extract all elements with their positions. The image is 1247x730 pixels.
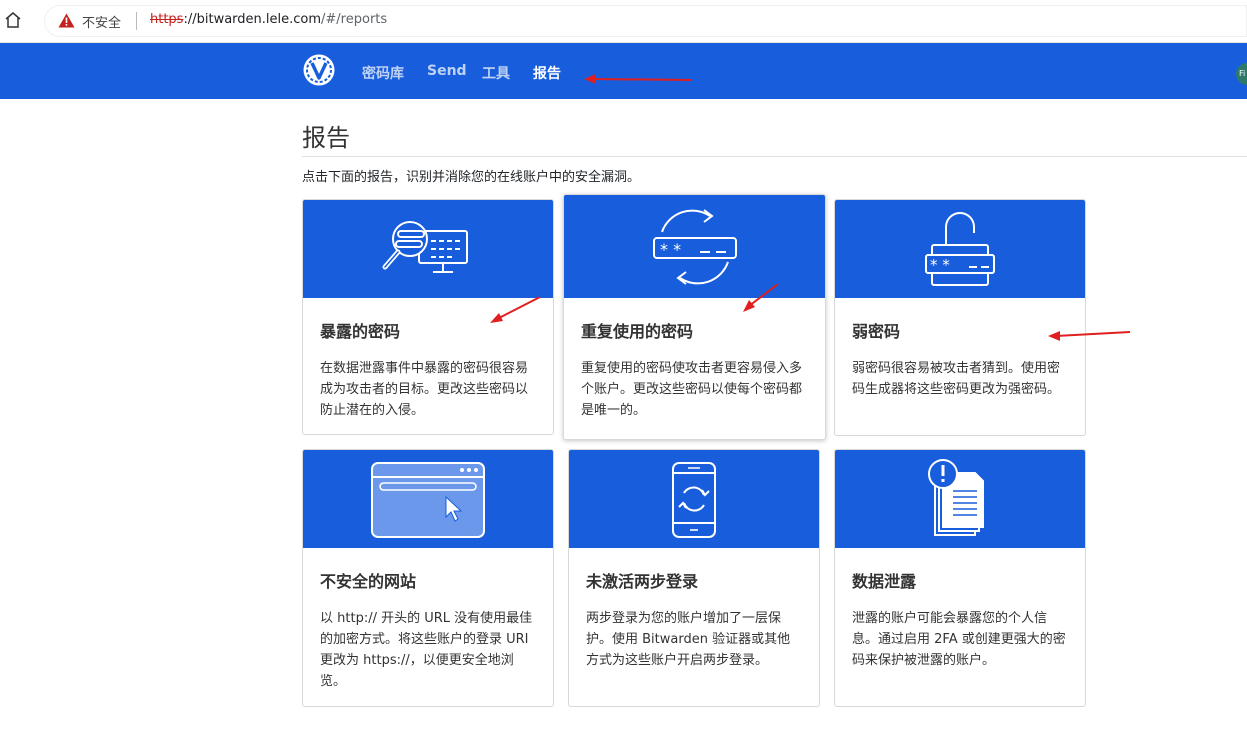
report-card-data-breach[interactable]: 数据泄露 泄露的账户可能会暴露您的个人信息。通过启用 2FA 或创建更强大的密码… xyxy=(834,449,1086,707)
bitwarden-logo-icon[interactable] xyxy=(302,53,336,87)
card-banner xyxy=(835,450,1085,548)
card-banner: * * xyxy=(835,200,1085,298)
url-text[interactable]: https://bitwarden.lele.com/#/reports xyxy=(150,12,387,27)
title-divider xyxy=(302,156,1247,157)
card-banner: * * xyxy=(564,195,825,298)
document-alert-icon xyxy=(928,459,984,536)
warning-icon[interactable] xyxy=(58,13,75,28)
nav-send[interactable]: Send xyxy=(427,63,467,79)
url-host: ://bitwarden.lele.com xyxy=(183,12,322,27)
magnifier-monitor-icon xyxy=(382,221,468,273)
card-title: 未激活两步登录 xyxy=(586,572,699,591)
nav-tools[interactable]: 工具 xyxy=(482,63,510,83)
card-banner xyxy=(569,450,819,548)
browser-address-bar: 不安全 https://bitwarden.lele.com/#/reports xyxy=(0,0,1247,43)
card-title: 弱密码 xyxy=(852,322,901,341)
page-title: 报告 xyxy=(302,124,350,152)
card-banner xyxy=(303,200,553,298)
report-card-reused-passwords[interactable]: * * 重复使用的密码 重复使用的密码使攻击者更容易侵入多个账户。更改这些密码以… xyxy=(563,194,826,440)
padlock-icon: * * xyxy=(925,211,995,286)
report-card-weak-passwords[interactable]: * * 弱密码 弱密码很容易被攻击者猜到。使用密码生成器将这些密码更改为强密码。 xyxy=(834,199,1086,436)
report-card-unsecured-websites[interactable]: 不安全的网站 以 http:// 开头的 URL 没有使用最佳的加密方式。将这些… xyxy=(302,449,554,707)
card-title: 不安全的网站 xyxy=(320,572,417,591)
nav-vault[interactable]: 密码库 xyxy=(362,63,404,83)
home-icon[interactable] xyxy=(4,11,22,29)
card-text: 泄露的账户可能会暴露您的个人信息。通过启用 2FA 或创建更强大的密码来保护被泄… xyxy=(852,611,1066,668)
page-description: 点击下面的报告，识别并消除您的在线账户中的安全漏洞。 xyxy=(302,170,641,185)
report-card-inactive-2fa[interactable]: 未激活两步登录 两步登录为您的账户增加了一层保护。使用 Bitwarden 验证… xyxy=(568,449,820,707)
card-text: 弱密码很容易被攻击者猜到。使用密码生成器将这些密码更改为强密码。 xyxy=(852,361,1061,397)
card-title: 重复使用的密码 xyxy=(581,322,694,341)
avatar[interactable]: Fi xyxy=(1236,63,1247,85)
report-card-exposed-passwords[interactable]: 暴露的密码 在数据泄露事件中暴露的密码很容易成为攻击者的目标。更改这些密码以防止… xyxy=(302,199,554,435)
nav-reports[interactable]: 报告 xyxy=(533,63,561,83)
card-text: 在数据泄露事件中暴露的密码很容易成为攻击者的目标。更改这些密码以防止潜在的入侵。 xyxy=(320,361,529,418)
phone-sync-icon xyxy=(672,462,716,538)
address-separator xyxy=(136,12,137,30)
browser-window-icon xyxy=(371,462,485,538)
card-text: 重复使用的密码使攻击者更容易侵入多个账户。更改这些密码以使每个密码都是唯一的。 xyxy=(581,361,803,418)
url-scheme: https xyxy=(150,12,184,27)
card-title: 数据泄露 xyxy=(852,572,917,591)
card-banner xyxy=(303,450,553,548)
card-text: 以 http:// 开头的 URL 没有使用最佳的加密方式。将这些账户的登录 U… xyxy=(320,611,533,689)
svg-text:* *: * * xyxy=(660,240,681,259)
reuse-password-icon: * * xyxy=(652,208,737,285)
url-path: /#/reports xyxy=(321,12,388,27)
card-text: 两步登录为您的账户增加了一层保护。使用 Bitwarden 验证器或其他方式为这… xyxy=(586,611,791,668)
top-navbar: 密码库 Send 工具 报告 Fi xyxy=(0,43,1247,99)
not-secure-label[interactable]: 不安全 xyxy=(82,12,121,31)
card-title: 暴露的密码 xyxy=(320,322,401,341)
svg-text:* *: * * xyxy=(930,256,950,274)
